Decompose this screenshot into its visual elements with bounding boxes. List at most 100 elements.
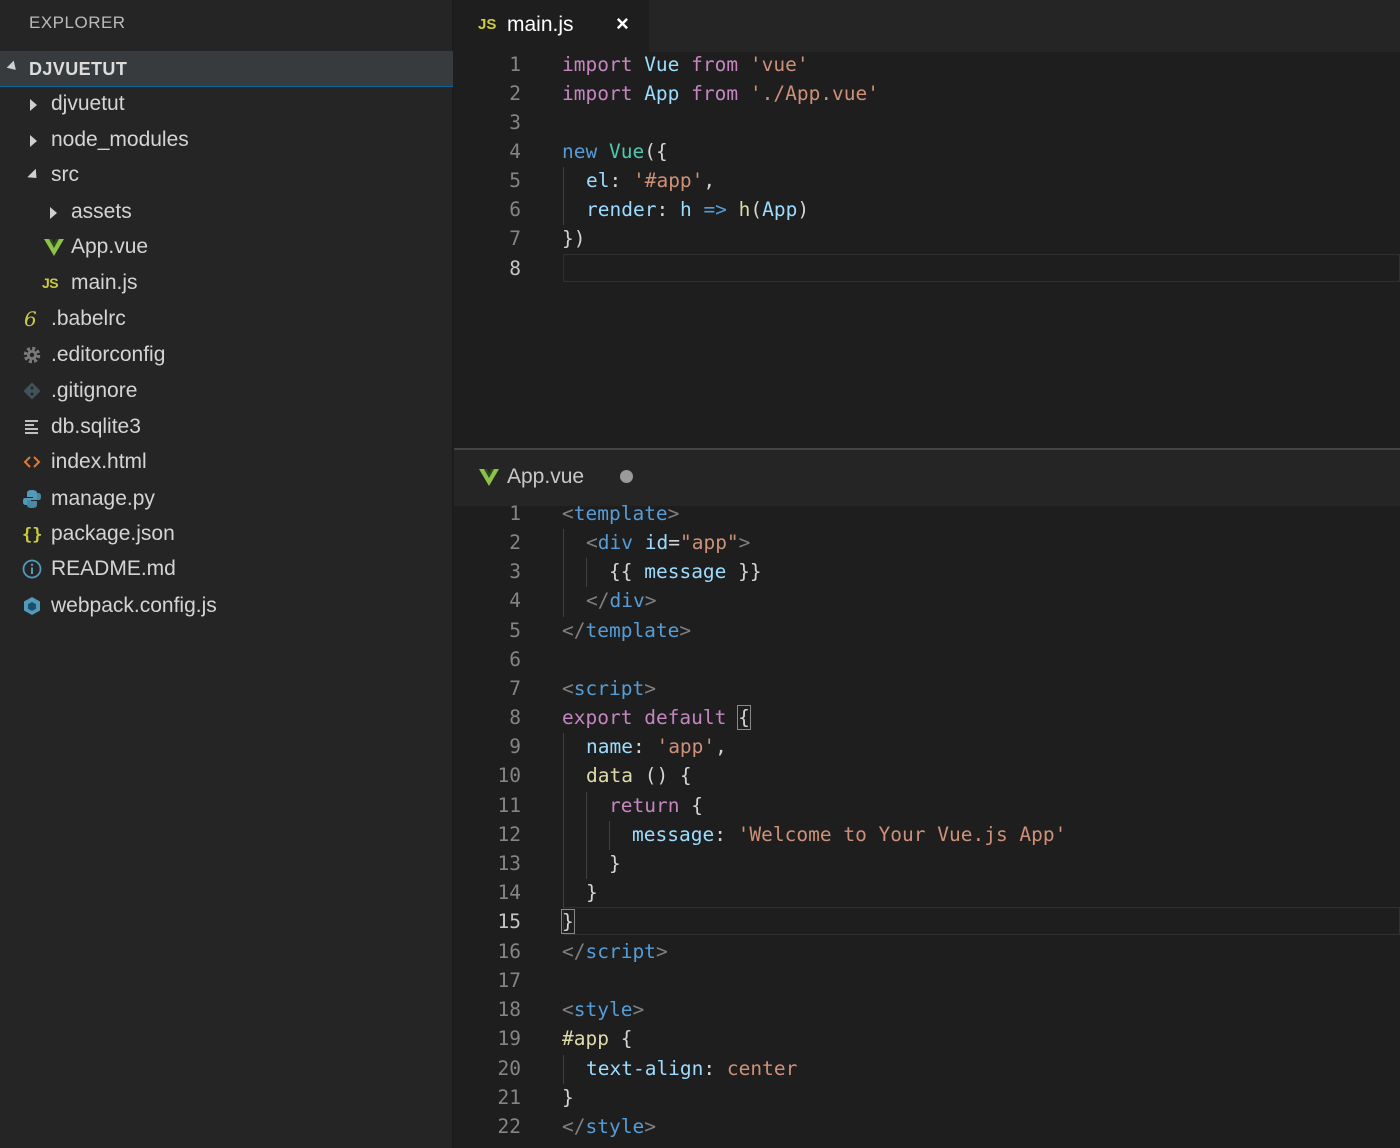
- line-number: 5: [509, 169, 521, 192]
- tree-item-label: .babelrc: [51, 307, 126, 330]
- code-line: 3: [454, 109, 1400, 138]
- tree-item-editorconfig[interactable]: .editorconfig: [0, 338, 453, 373]
- code-token: >: [632, 998, 645, 1021]
- line-number: 3: [509, 111, 521, 134]
- line-number: 16: [497, 940, 521, 963]
- line-content: render: h => h(App): [586, 198, 809, 221]
- code-token: data: [586, 764, 633, 787]
- code-token: <: [562, 502, 574, 525]
- line-content: </style>: [562, 1115, 656, 1138]
- code-token: {{: [609, 560, 645, 583]
- code-token: >: [644, 1115, 656, 1138]
- tab-bar: JS main.js ×: [454, 0, 1400, 52]
- tree-item-readme[interactable]: README.md: [0, 552, 453, 587]
- tree-item-djvuetut[interactable]: djvuetut: [0, 87, 453, 122]
- tree-item-gitignore[interactable]: .gitignore: [0, 374, 453, 409]
- bracket-match: {: [737, 705, 751, 730]
- code-line: 4 </div>: [454, 587, 1400, 616]
- tree-item-label: .gitignore: [51, 379, 138, 402]
- tree-item-main-js[interactable]: JS main.js: [0, 266, 453, 301]
- tree-item-node-modules[interactable]: node_modules: [0, 123, 453, 158]
- line-number: 17: [497, 969, 521, 992]
- code-line: 16 </script>: [454, 938, 1400, 967]
- explorer-title: EXPLORER: [29, 13, 126, 32]
- tree-item-package-json[interactable]: {} package.json: [0, 517, 453, 552]
- tree-item-label: package.json: [51, 522, 175, 545]
- line-number: 12: [497, 823, 521, 846]
- tree-item-label: assets: [71, 200, 132, 223]
- line-content: import Vue from 'vue': [562, 53, 809, 76]
- code-line: 2 <div id="app">: [454, 529, 1400, 558]
- tab-app-vue[interactable]: App.vue: [454, 450, 649, 506]
- close-icon[interactable]: ×: [616, 11, 629, 37]
- tree-item-label: djvuetut: [51, 92, 125, 115]
- json-icon: {}: [21, 523, 43, 545]
- unsaved-dot-icon[interactable]: [620, 470, 633, 483]
- tree-item-src[interactable]: src: [0, 158, 453, 193]
- code-token: message: [632, 823, 715, 846]
- line-number: 20: [497, 1057, 521, 1080]
- tree-item-manage-py[interactable]: manage.py: [0, 482, 453, 517]
- code-token: >: [679, 619, 692, 642]
- code-token: return: [609, 794, 680, 817]
- code-token: 'vue': [749, 53, 809, 76]
- code-token: from: [691, 53, 739, 76]
- chevron-right-icon: [30, 135, 37, 147]
- lines-icon: [21, 416, 43, 438]
- code-line: 6 render: h => h(App): [454, 196, 1400, 225]
- code-token: el: [586, 169, 610, 192]
- code-line: 19 #app {: [454, 1025, 1400, 1054]
- line-number: 1: [509, 53, 521, 76]
- current-line-highlight: [563, 907, 1400, 935]
- line-number: 2: [509, 82, 521, 105]
- code-token: </: [562, 940, 586, 963]
- code-token: <: [562, 998, 574, 1021]
- tree-item-babelrc[interactable]: 6 .babelrc: [0, 302, 453, 337]
- line-content: name: 'app',: [586, 735, 727, 758]
- code-token: </: [586, 589, 610, 612]
- tree-item-app-vue[interactable]: App.vue: [0, 230, 453, 265]
- code-token: center: [726, 1057, 798, 1080]
- tree-item-label: manage.py: [51, 487, 155, 510]
- code-token: default: [644, 706, 727, 729]
- code-token: =>: [703, 198, 727, 221]
- code-token: message: [644, 560, 727, 583]
- code-line: 9 name: 'app',: [454, 733, 1400, 762]
- code-token: ({: [644, 140, 668, 163]
- tree-item-webpack-config[interactable]: webpack.config.js: [0, 589, 453, 624]
- tab-main-js[interactable]: JS main.js ×: [454, 0, 649, 52]
- code-line: 20 text-align: center: [454, 1055, 1400, 1084]
- code-token: render: [586, 198, 657, 221]
- python-icon: [21, 488, 43, 510]
- line-number: 5: [509, 619, 521, 642]
- line-content: </div>: [586, 589, 656, 612]
- line-content: }: [609, 852, 621, 875]
- line-content: return {: [609, 794, 703, 817]
- code-token: template: [585, 619, 680, 642]
- code-token: }: [609, 852, 621, 875]
- line-number: 2: [509, 531, 521, 554]
- code-token: script: [585, 940, 656, 963]
- code-token: div: [597, 531, 633, 554]
- tree-item-label: node_modules: [51, 128, 189, 151]
- tab-bar: App.vue: [454, 450, 1400, 506]
- line-number: 3: [509, 560, 521, 583]
- chevron-right-icon: [30, 99, 37, 111]
- js-icon: JS: [42, 275, 59, 291]
- tree-item-index-html[interactable]: index.html: [0, 445, 453, 480]
- line-number: 7: [509, 677, 521, 700]
- git-icon: [21, 380, 43, 402]
- line-number: 6: [509, 198, 521, 221]
- tree-item-label: App.vue: [71, 235, 149, 258]
- code-token: <: [562, 677, 574, 700]
- line-content: new Vue({: [562, 140, 668, 163]
- code-token: {: [608, 1027, 633, 1050]
- tree-item-assets[interactable]: assets: [0, 195, 453, 230]
- tree-item-db-sqlite3[interactable]: db.sqlite3: [0, 410, 453, 445]
- line-content: <div id="app">: [586, 531, 750, 554]
- project-folder-header[interactable]: DJVUETUT: [0, 51, 453, 87]
- code-line-current: 8: [454, 254, 1400, 284]
